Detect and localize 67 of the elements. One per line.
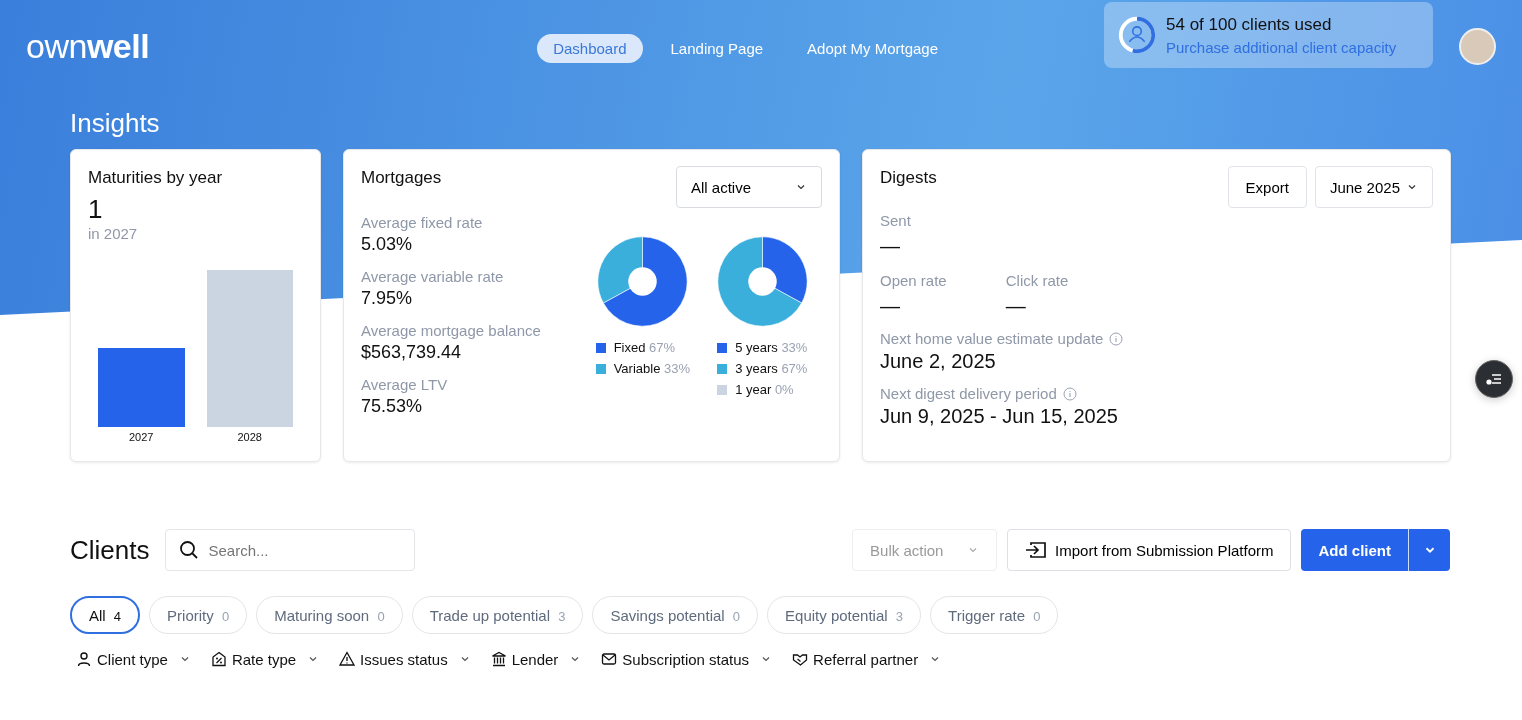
legend-label: Fixed 67%	[613, 340, 676, 355]
filter-dropdown[interactable]: Client type	[76, 646, 191, 672]
stat-value: $563,739.44	[361, 342, 463, 363]
capacity-title: 54 of 100 clients used	[1166, 14, 1333, 35]
bar-label: 2027	[129, 431, 154, 443]
legend-label: 5 years 33%	[735, 340, 808, 355]
bulk-action-dropdown[interactable]: Bulk action	[852, 529, 998, 571]
card-title: Mortgages	[361, 168, 442, 188]
filter-tab[interactable]: Trade up potential 3	[411, 596, 584, 634]
legend-label: 1 year 0%	[735, 382, 794, 397]
stat-value: —	[880, 295, 901, 318]
search-icon	[179, 540, 200, 560]
month-dropdown[interactable]: June 2025	[1314, 166, 1433, 208]
handshake-icon	[792, 651, 809, 667]
stat-label: Open rate	[880, 272, 947, 289]
import-button[interactable]: Import from Submission Platform	[1007, 529, 1292, 571]
bank-icon	[490, 651, 507, 667]
search-field[interactable]: Search...	[165, 529, 416, 571]
nav-tab[interactable]: Landing Page	[654, 33, 780, 63]
maturities-value: 1	[88, 194, 104, 225]
section-title: Insights	[70, 108, 161, 139]
info-icon[interactable]	[1109, 331, 1124, 346]
filter-dropdown[interactable]: Issues status	[339, 646, 471, 672]
filter-dropdown[interactable]: Lender	[490, 646, 582, 672]
filter-tab[interactable]: All 4	[70, 596, 141, 634]
status-dropdown[interactable]: All active	[676, 166, 822, 208]
info-icon[interactable]	[1062, 386, 1077, 401]
legend-label: Variable 33%	[613, 361, 690, 376]
stat-label: Sent	[880, 212, 912, 229]
stat-value: 5.03%	[361, 234, 414, 255]
filter-tab[interactable]: Equity potential 3	[767, 596, 922, 634]
filter-dropdown[interactable]: Subscription status	[601, 646, 773, 672]
add-options-button[interactable]	[1408, 529, 1450, 571]
filter-dropdown[interactable]: Rate type	[210, 646, 320, 672]
filter-tab[interactable]: Trigger rate 0	[930, 596, 1059, 634]
stat-label: Average variable rate	[361, 268, 505, 285]
stat-label: Average mortgage balance	[361, 322, 542, 339]
stat-value: 7.95%	[361, 288, 414, 309]
stat-label: Click rate	[1005, 272, 1069, 289]
stat-value: —	[880, 235, 901, 258]
export-button[interactable]: Export	[1227, 166, 1307, 208]
maturities-caption: in 2027	[88, 225, 139, 242]
legend-label: 3 years 67%	[735, 361, 808, 376]
card-title: Digests	[880, 168, 937, 188]
person-icon	[76, 651, 92, 667]
floating-action-button[interactable]	[1475, 360, 1513, 398]
stat-label: Average fixed rate	[361, 214, 484, 231]
stat-label: Next home value estimate update	[880, 330, 1104, 347]
stat-value: 75.53%	[361, 396, 424, 417]
mail-icon	[601, 651, 618, 667]
percent-tag-icon	[210, 651, 227, 667]
filter-tab[interactable]: Maturing soon 0	[256, 596, 403, 634]
stat-value: Jun 9, 2025 - Jun 15, 2025	[880, 405, 1119, 428]
section-title: Clients	[70, 534, 150, 566]
filter-tab[interactable]: Priority 0	[149, 596, 248, 634]
stat-value: —	[1005, 295, 1027, 318]
stat-value: June 2, 2025	[880, 350, 997, 373]
logo[interactable]: ownwell	[26, 26, 150, 66]
filter-dropdown[interactable]: Referral partner	[792, 646, 942, 672]
bar-label: 2028	[237, 431, 262, 443]
warning-icon	[339, 651, 356, 667]
import-icon	[1025, 540, 1048, 560]
filter-tab[interactable]: Savings potential 0	[592, 596, 759, 634]
card-title: Maturities by year	[88, 168, 224, 188]
add-client-button[interactable]: Add client	[1301, 529, 1408, 571]
stat-label: Next digest delivery period	[880, 385, 1057, 402]
stat-label: Average LTV	[361, 376, 449, 393]
